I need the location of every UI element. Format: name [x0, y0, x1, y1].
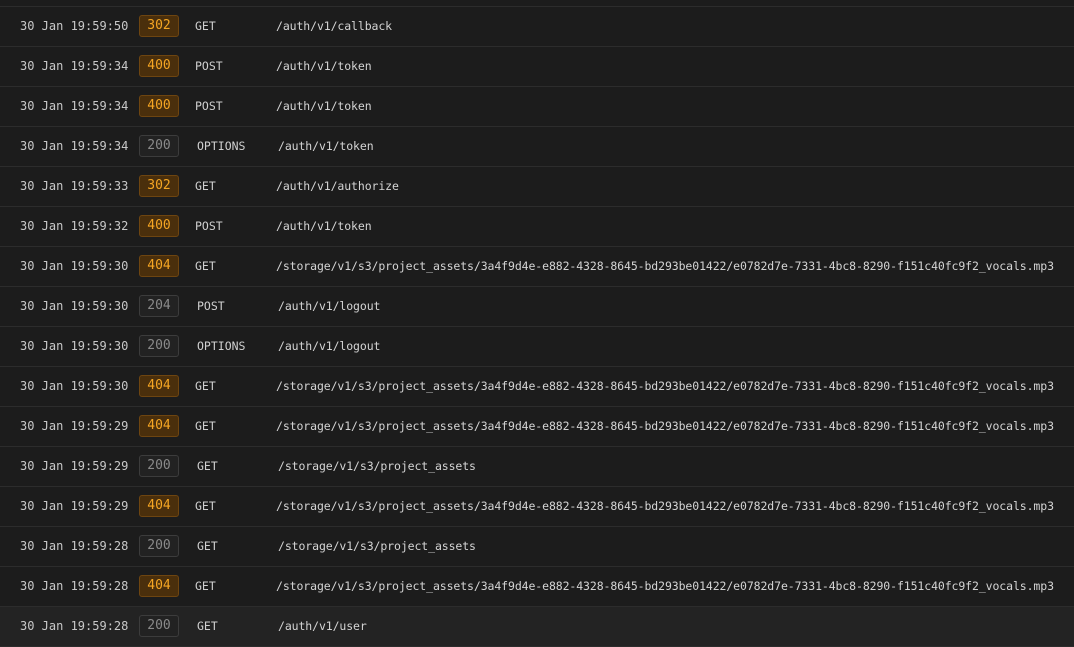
- log-row[interactable]: 30 Jan 19:59:33 302 GET/auth/v1/authorize: [0, 167, 1074, 207]
- log-timestamp: 30 Jan 19:59:28: [20, 539, 129, 553]
- request-path: /auth/v1/token: [276, 59, 372, 73]
- http-method: OPTIONS: [197, 339, 246, 353]
- log-timestamp: 30 Jan 19:59:30: [20, 379, 129, 393]
- log-timestamp: 30 Jan 19:59:34: [20, 99, 129, 113]
- log-timestamp: 30 Jan 19:59:28: [20, 619, 129, 633]
- request-path: /storage/v1/s3/project_assets/3a4f9d4e-e…: [276, 419, 1054, 433]
- request-path: /storage/v1/s3/project_assets/3a4f9d4e-e…: [276, 379, 1054, 393]
- http-method: GET: [197, 539, 218, 553]
- request-path: /auth/v1/token: [276, 99, 372, 113]
- log-row[interactable]: 30 Jan 19:59:28 200 GET/storage/v1/s3/proj…: [0, 527, 1074, 567]
- http-method: POST: [195, 219, 223, 233]
- request-path: /storage/v1/s3/project_assets/3a4f9d4e-e…: [276, 579, 1054, 593]
- request-log-list: 30 Jan 19:59:50 302 GET/auth/v1/callback 30…: [0, 6, 1074, 647]
- status-badge: 404: [139, 375, 179, 397]
- http-method: GET: [195, 259, 216, 273]
- log-row[interactable]: 30 Jan 19:59:28 404 GET/storage/v1/s3/proj…: [0, 567, 1074, 607]
- status-badge: 302: [139, 15, 179, 37]
- status-badge: 200: [139, 135, 179, 157]
- http-method: GET: [197, 619, 218, 633]
- status-badge: 200: [139, 335, 179, 357]
- http-method: GET: [195, 579, 216, 593]
- log-row[interactable]: 30 Jan 19:59:28 200 GET/auth/v1/user: [0, 607, 1074, 647]
- status-badge: 404: [139, 495, 179, 517]
- log-row[interactable]: 30 Jan 19:59:30 204 POST/auth/v1/logout: [0, 287, 1074, 327]
- request-path: /auth/v1/logout: [278, 299, 381, 313]
- request-path: /storage/v1/s3/project_assets: [278, 459, 476, 473]
- request-path: /auth/v1/token: [276, 219, 372, 233]
- log-timestamp: 30 Jan 19:59:34: [20, 139, 129, 153]
- log-timestamp: 30 Jan 19:59:28: [20, 579, 129, 593]
- log-timestamp: 30 Jan 19:59:30: [20, 339, 129, 353]
- log-timestamp: 30 Jan 19:59:30: [20, 259, 129, 273]
- request-path: /auth/v1/user: [278, 619, 367, 633]
- log-timestamp: 30 Jan 19:59:29: [20, 419, 129, 433]
- log-row[interactable]: 30 Jan 19:59:29 200 GET/storage/v1/s3/proj…: [0, 447, 1074, 487]
- status-badge: 302: [139, 175, 179, 197]
- log-timestamp: 30 Jan 19:59:32: [20, 219, 129, 233]
- status-badge: 200: [139, 615, 179, 637]
- status-badge: 400: [139, 55, 179, 77]
- http-method: OPTIONS: [197, 139, 246, 153]
- http-method: GET: [195, 379, 216, 393]
- log-row[interactable]: 30 Jan 19:59:34 400 POST/auth/v1/token: [0, 47, 1074, 87]
- log-timestamp: 30 Jan 19:59:34: [20, 59, 129, 73]
- request-path: /auth/v1/token: [278, 139, 374, 153]
- http-method: POST: [197, 299, 225, 313]
- log-row[interactable]: 30 Jan 19:59:30 404 GET/storage/v1/s3/proj…: [0, 367, 1074, 407]
- log-row[interactable]: 30 Jan 19:59:34 400 POST/auth/v1/token: [0, 87, 1074, 127]
- request-path: /storage/v1/s3/project_assets/3a4f9d4e-e…: [276, 499, 1054, 513]
- log-row[interactable]: 30 Jan 19:59:30 404 GET/storage/v1/s3/proj…: [0, 247, 1074, 287]
- status-badge: 404: [139, 255, 179, 277]
- log-row[interactable]: 30 Jan 19:59:50 302 GET/auth/v1/callback: [0, 7, 1074, 47]
- log-row[interactable]: 30 Jan 19:59:32 400 POST/auth/v1/token: [0, 207, 1074, 247]
- log-timestamp: 30 Jan 19:59:33: [20, 179, 129, 193]
- request-path: /auth/v1/callback: [276, 19, 393, 33]
- status-badge: 404: [139, 415, 179, 437]
- log-timestamp: 30 Jan 19:59:29: [20, 499, 129, 513]
- status-badge: 400: [139, 215, 179, 237]
- log-row[interactable]: 30 Jan 19:59:30 200 OPTIONS/auth/v1/logout: [0, 327, 1074, 367]
- log-timestamp: 30 Jan 19:59:29: [20, 459, 129, 473]
- request-path: /auth/v1/logout: [278, 339, 381, 353]
- http-method: GET: [195, 419, 216, 433]
- log-row[interactable]: 30 Jan 19:59:29 404 GET/storage/v1/s3/proj…: [0, 487, 1074, 527]
- http-method: GET: [197, 459, 218, 473]
- request-path: /storage/v1/s3/project_assets: [278, 539, 476, 553]
- http-method: GET: [195, 499, 216, 513]
- http-method: POST: [195, 59, 223, 73]
- request-path: /auth/v1/authorize: [276, 179, 399, 193]
- log-row[interactable]: 30 Jan 19:59:34 200 OPTIONS/auth/v1/token: [0, 127, 1074, 167]
- status-badge: 400: [139, 95, 179, 117]
- http-method: POST: [195, 99, 223, 113]
- log-row[interactable]: 30 Jan 19:59:29 404 GET/storage/v1/s3/proj…: [0, 407, 1074, 447]
- request-path: /storage/v1/s3/project_assets/3a4f9d4e-e…: [276, 259, 1054, 273]
- http-method: GET: [195, 179, 216, 193]
- status-badge: 200: [139, 455, 179, 477]
- status-badge: 204: [139, 295, 179, 317]
- log-timestamp: 30 Jan 19:59:50: [20, 19, 129, 33]
- http-method: GET: [195, 19, 216, 33]
- log-timestamp: 30 Jan 19:59:30: [20, 299, 129, 313]
- status-badge: 404: [139, 575, 179, 597]
- status-badge: 200: [139, 535, 179, 557]
